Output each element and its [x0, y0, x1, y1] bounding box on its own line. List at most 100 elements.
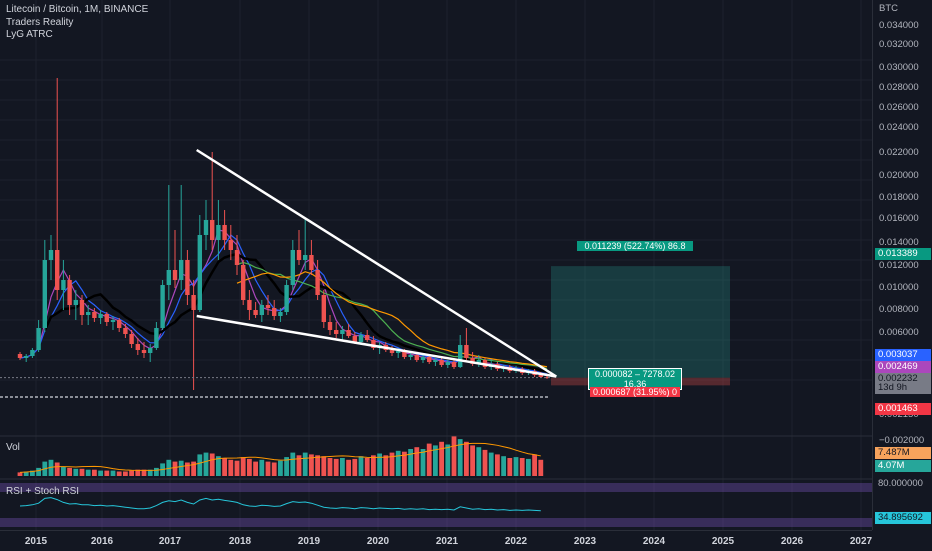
rsi-pane-label[interactable]: RSI + Stoch RSI [6, 486, 79, 497]
year-label: 2019 [297, 536, 321, 547]
price-tick: 0.024000 [879, 122, 919, 133]
year-label: 2017 [158, 536, 182, 547]
candle-body [427, 357, 432, 362]
volume-badge: 4.07M [875, 460, 931, 472]
price-tick: 0.022000 [879, 147, 919, 158]
candle-body [346, 330, 351, 336]
volume-pane-label[interactable]: Vol [6, 442, 20, 453]
volume-bar [488, 452, 494, 476]
volume-bar [54, 462, 60, 476]
candle-body [141, 350, 147, 353]
candle-body [433, 360, 438, 362]
price-tick: 0.034000 [879, 20, 919, 31]
candle-body [309, 255, 314, 270]
candle-body [247, 300, 252, 310]
candle-body [278, 312, 283, 316]
candle-body [129, 334, 134, 344]
year-label: 2018 [228, 536, 252, 547]
year-label: 2023 [573, 536, 597, 547]
volume-bar [445, 444, 451, 476]
falling-wedge-trendlines[interactable] [196, 148, 557, 378]
volume-bars [17, 436, 544, 476]
volume-bar [79, 468, 85, 476]
year-label: 2026 [780, 536, 804, 547]
indicator-lyg-atrc[interactable]: LyG ATRC [6, 29, 53, 40]
candle-body [389, 350, 395, 353]
candle-body [98, 314, 103, 318]
volume-bar [395, 450, 401, 476]
price-tick: 0.014000 [879, 237, 919, 248]
volume-ma-badge: 7.487M [875, 447, 931, 459]
candle-body [334, 330, 339, 334]
volume-bar [234, 460, 240, 476]
countdown-badge: 13d 9h [875, 382, 931, 394]
entry-info-line1: 0.000082 – 7278.02 [594, 369, 676, 379]
candle-body [79, 300, 85, 315]
volume-bar [476, 447, 482, 476]
candle-body [259, 305, 264, 315]
candle-body [110, 320, 116, 322]
candle-body [117, 320, 122, 328]
candle-body [123, 328, 128, 334]
year-label: 2027 [849, 536, 873, 547]
volume-bar [519, 458, 525, 476]
candle-body [445, 362, 450, 365]
year-label: 2025 [711, 536, 735, 547]
candle-body [30, 350, 35, 356]
volume-bar [209, 453, 215, 476]
candle-body [451, 362, 457, 367]
ma-black-line [43, 252, 548, 373]
volume-bar [271, 462, 277, 476]
price-tick: 0.012000 [879, 260, 919, 271]
candle-body [265, 305, 271, 308]
candle-body [327, 322, 333, 330]
volume-bar [532, 454, 537, 476]
lower-trendline [196, 314, 557, 378]
volume-bar [92, 469, 97, 476]
candle-body [365, 335, 370, 340]
time-axis[interactable]: 2015 2016 2017 2018 2019 2020 2021 2022 2023 2024… [0, 530, 872, 551]
volume-bar [222, 458, 227, 476]
volume-bar [265, 461, 271, 476]
candle-body [148, 348, 153, 353]
price-tick: 0.018000 [879, 192, 919, 203]
candle-body [222, 225, 227, 240]
volume-bar [451, 436, 457, 476]
volume-bar [110, 470, 116, 476]
candle-body [61, 280, 66, 290]
volume-bar [526, 458, 531, 476]
volume-bar [364, 458, 370, 476]
candle-body [321, 295, 326, 322]
chart-canvas[interactable] [0, 0, 932, 550]
dotted-price-lines [0, 377, 550, 398]
candle-body [55, 250, 60, 290]
volume-bar [470, 445, 475, 476]
price-axis[interactable]: BTC 0.034000 0.032000 0.030000 0.028000 0.02… [872, 0, 932, 530]
volume-bar [464, 441, 469, 476]
symbol-title[interactable]: Litecoin / Bitcoin, 1M, BINANCE [6, 4, 148, 15]
stop-label: 0.000687 (31.95%) 0 [590, 387, 680, 397]
indicator-traders-reality[interactable]: Traders Reality [6, 17, 73, 28]
volume-bar [129, 470, 134, 476]
rsi-value-badge: 34.895692 [875, 512, 931, 524]
candle-body [464, 345, 469, 358]
target-price-badge: 0.013389 [875, 248, 931, 260]
volume-bar [426, 443, 432, 476]
candle-body [439, 360, 444, 365]
candle-body [36, 328, 41, 350]
volume-bar [507, 458, 513, 476]
year-label: 2024 [642, 536, 666, 547]
candle-body [67, 280, 72, 305]
candle-body [253, 310, 258, 315]
volume-bar [197, 454, 203, 476]
candle-body [172, 270, 178, 280]
volume-bar [501, 456, 506, 476]
volume-bar [408, 449, 413, 476]
volume-bar [228, 459, 234, 476]
volume-bar [495, 454, 500, 476]
candle-body [284, 285, 289, 312]
rsi-plot [0, 483, 872, 527]
volume-bar [358, 456, 364, 476]
volume-bar [98, 470, 103, 476]
volume-bar [383, 455, 389, 476]
